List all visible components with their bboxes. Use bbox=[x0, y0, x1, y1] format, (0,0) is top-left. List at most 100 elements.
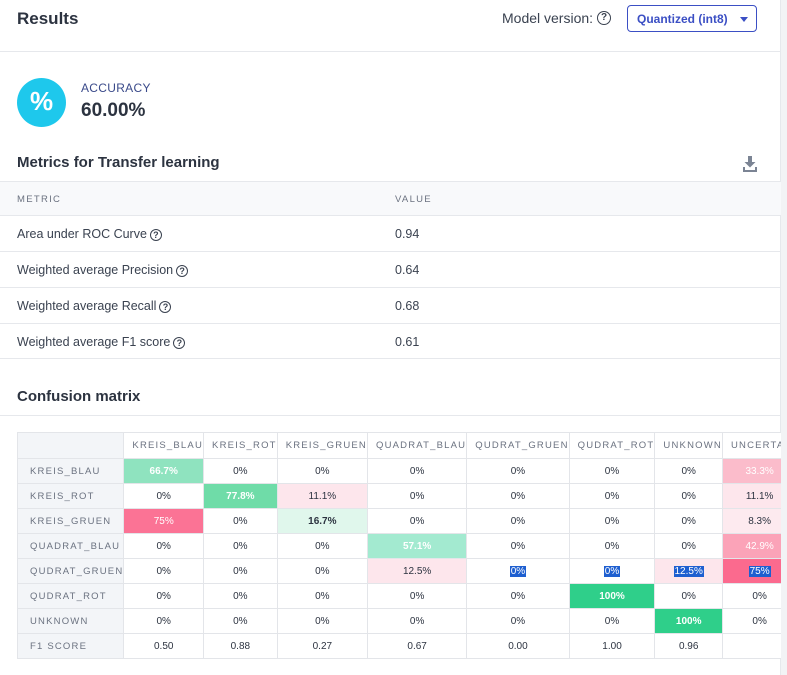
confusion-cell-value: 0% bbox=[604, 465, 620, 477]
confusion-cell-value: 0% bbox=[604, 490, 620, 502]
column-header: QUDRAT_GRUEN bbox=[466, 432, 570, 459]
confusion-cell-value: 77.8% bbox=[226, 490, 255, 502]
confusion-cell: 0% bbox=[654, 533, 723, 559]
confusion-cell: 0% bbox=[654, 508, 723, 534]
f1-score-cell: 0.50 bbox=[123, 633, 205, 659]
row-header: KREIS_BLAU bbox=[16, 458, 125, 484]
model-version-select[interactable]: Quantized (int8) bbox=[627, 5, 757, 32]
confusion-cell-value: 0% bbox=[603, 565, 621, 577]
metric-label: Weighted average F1 score bbox=[17, 335, 171, 349]
help-icon[interactable]: ? bbox=[173, 336, 186, 349]
confusion-corner-cell bbox=[16, 432, 125, 459]
row-header: QUADRAT_BLAU bbox=[16, 533, 125, 559]
metrics-header-row: METRIC VALUE bbox=[0, 181, 781, 215]
confusion-cell-value: 100% bbox=[599, 590, 625, 602]
confusion-cell: 0% bbox=[466, 533, 570, 559]
confusion-cell-value: 0% bbox=[510, 515, 526, 527]
confusion-cell-value: 0% bbox=[315, 590, 330, 602]
confusion-cell-value: 0% bbox=[315, 565, 330, 577]
confusion-cell-value: 0% bbox=[233, 565, 248, 577]
confusion-cell-value: 0% bbox=[510, 465, 526, 477]
confusion-cell-value: 0% bbox=[604, 515, 620, 527]
confusion-cell: 75% bbox=[721, 558, 787, 584]
confusion-cell: 11.1% bbox=[721, 483, 787, 509]
row-header: UNKNOWN bbox=[16, 608, 125, 634]
confusion-cell-value: 0% bbox=[156, 590, 171, 602]
metric-label: Weighted average Precision bbox=[17, 263, 174, 277]
confusion-cell: 0% bbox=[654, 583, 723, 609]
f1-score-cell bbox=[721, 633, 787, 659]
metric-value: 0.61 bbox=[395, 335, 420, 349]
metric-label: Weighted average Recall bbox=[17, 299, 157, 313]
confusion-cell-value: 0% bbox=[233, 590, 248, 602]
row-header: F1 SCORE bbox=[16, 633, 125, 659]
download-icon[interactable] bbox=[742, 155, 758, 173]
confusion-cell: 42.9% bbox=[721, 533, 787, 559]
confusion-cell: 75% bbox=[123, 508, 205, 534]
confusion-cell-value: 0% bbox=[233, 615, 248, 627]
confusion-cell-value: 0% bbox=[510, 540, 526, 552]
confusion-cell: 0% bbox=[366, 608, 468, 634]
column-header: KREIS_BLAU bbox=[123, 432, 205, 459]
confusion-cell: 0% bbox=[568, 483, 656, 509]
value-column-header: VALUE bbox=[395, 194, 432, 205]
confusion-cell-value: 0% bbox=[315, 615, 330, 627]
metric-row-f1: Weighted average F1 score? 0.61 bbox=[0, 323, 781, 359]
confusion-cell-value: 0% bbox=[315, 465, 330, 477]
confusion-cell: 0% bbox=[568, 558, 656, 584]
accuracy-value: 60.00% bbox=[81, 100, 146, 121]
confusion-cell-value: 0% bbox=[681, 540, 696, 552]
confusion-matrix: KREIS_BLAU KREIS_ROT KREIS_GRUEN QUADRAT… bbox=[16, 432, 787, 659]
confusion-cell-value: 0% bbox=[409, 615, 425, 627]
model-version-label-text: Model version: bbox=[502, 10, 594, 26]
confusion-cell: 0% bbox=[466, 608, 570, 634]
confusion-cell: 0% bbox=[366, 583, 468, 609]
confusion-cell-value: 0% bbox=[156, 490, 171, 502]
confusion-cell: 0% bbox=[276, 533, 369, 559]
confusion-cell: 0% bbox=[568, 533, 656, 559]
help-icon[interactable]: ? bbox=[149, 228, 162, 241]
metrics-title: Metrics for Transfer learning bbox=[17, 154, 220, 171]
help-icon[interactable]: ? bbox=[159, 300, 172, 313]
model-version-value: Quantized (int8) bbox=[637, 12, 728, 26]
confusion-row: KREIS_ROT 0% 77.8% 11.1% 0% 0% 0% 0% 11.1% bbox=[16, 483, 787, 509]
confusion-cell: 66.7% bbox=[123, 458, 205, 484]
confusion-body: KREIS_BLAU 66.7% 0% 0% 0% 0% 0% 0% 33.3% KREIS_RO… bbox=[16, 458, 787, 659]
row-header: QUDRAT_ROT bbox=[16, 583, 125, 609]
chevron-down-icon bbox=[740, 17, 748, 22]
confusion-cell-value: 0% bbox=[156, 615, 171, 627]
confusion-cell: 0% bbox=[276, 458, 369, 484]
page-title: Results bbox=[17, 9, 79, 28]
confusion-cell-value: 0% bbox=[681, 490, 696, 502]
confusion-row: QUDRAT_GRUEN 0% 0% 0% 12.5% 0% 0% 12.5% 75% bbox=[16, 558, 787, 584]
confusion-cell: 0% bbox=[123, 483, 205, 509]
confusion-cell: 0% bbox=[366, 508, 468, 534]
confusion-cell-value: 16.7% bbox=[308, 515, 337, 527]
confusion-cell-value: 0% bbox=[604, 540, 620, 552]
confusion-cell-value: 12.5% bbox=[673, 565, 704, 577]
help-icon[interactable]: ? bbox=[597, 11, 612, 26]
confusion-cell-value: 0% bbox=[752, 615, 767, 627]
confusion-cell-value: 0% bbox=[681, 590, 696, 602]
scrollbar[interactable] bbox=[781, 0, 787, 675]
confusion-cell: 0% bbox=[123, 583, 205, 609]
help-icon[interactable]: ? bbox=[176, 264, 189, 277]
confusion-cell: 0% bbox=[568, 458, 656, 484]
confusion-cell-value: 75% bbox=[748, 565, 771, 577]
confusion-cell: 77.8% bbox=[203, 483, 278, 509]
f1-score-cell: 1.00 bbox=[568, 633, 656, 659]
confusion-cell-value: 0% bbox=[315, 540, 330, 552]
confusion-cell: 0% bbox=[721, 583, 787, 609]
results-header: Results Model version:? Quantized (int8) bbox=[0, 0, 781, 52]
metric-value: 0.68 bbox=[395, 299, 420, 313]
row-header: KREIS_GRUEN bbox=[16, 508, 125, 534]
confusion-cell-value: 11.1% bbox=[308, 490, 337, 502]
confusion-cell: 0% bbox=[123, 558, 205, 584]
accuracy-label: ACCURACY bbox=[81, 81, 151, 95]
column-header: KREIS_ROT bbox=[203, 432, 278, 459]
f1-score-cell: 0.67 bbox=[366, 633, 468, 659]
divider bbox=[0, 415, 781, 416]
confusion-cell: 0% bbox=[123, 608, 205, 634]
confusion-row: QUADRAT_BLAU 0% 0% 0% 57.1% 0% 0% 0% 42.9% bbox=[16, 533, 787, 559]
column-header: UNCERTAIN bbox=[721, 432, 787, 459]
